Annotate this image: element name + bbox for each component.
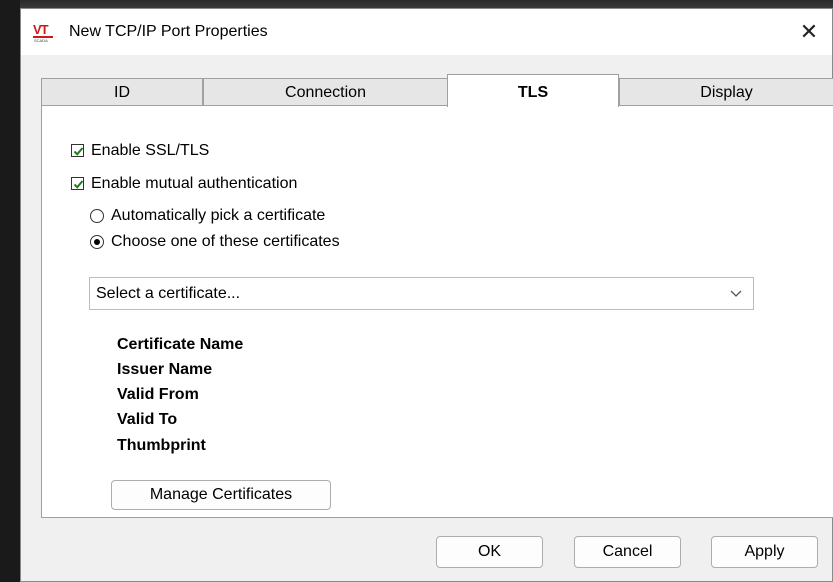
tab-tls[interactable]: TLS [447,74,619,107]
tab-strip: ID Connection TLS Display [41,74,833,107]
certificate-select-value: Select a certificate... [96,285,241,302]
checkmark-icon [73,147,84,156]
ok-button[interactable]: OK [436,536,543,568]
radio-choose-label: Choose one of these certificates [111,233,340,250]
enable-ssl-checkbox[interactable] [71,144,84,157]
mutual-auth-label: Enable mutual authentication [91,175,298,192]
background-window-strip [20,0,833,8]
radio-auto-button[interactable] [90,209,104,223]
close-icon: ✕ [799,19,819,44]
tab-id[interactable]: ID [41,78,203,106]
certificate-select[interactable]: Select a certificate... [89,277,754,310]
chevron-down-icon [730,290,742,297]
checkmark-icon [73,180,84,189]
cancel-button[interactable]: Cancel [574,536,681,568]
vt-scada-logo-icon: VT SCADA [33,23,55,43]
issuer-name-label: Issuer Name [117,361,213,378]
enable-ssl-label: Enable SSL/TLS [91,142,210,159]
radio-auto-label: Automatically pick a certificate [111,207,326,224]
port-properties-dialog: VT SCADA New TCP/IP Port Properties ✕ ID … [20,8,833,582]
mutual-auth-checkbox[interactable] [71,177,84,190]
radio-choose-button[interactable] [90,235,104,249]
valid-from-label: Valid From [117,386,199,403]
title-bar: VT SCADA New TCP/IP Port Properties ✕ [21,9,832,55]
close-button[interactable]: ✕ [786,9,832,55]
radio-selected-dot [94,239,100,245]
tls-panel: Enable SSL/TLS Enable mutual authenticat… [41,105,833,518]
tab-display[interactable]: Display [619,78,833,106]
apply-button[interactable]: Apply [711,536,818,568]
thumbprint-label: Thumbprint [117,437,206,454]
certificate-name-label: Certificate Name [117,336,244,353]
tab-connection[interactable]: Connection [203,78,448,106]
window-title: New TCP/IP Port Properties [69,23,268,40]
manage-certificates-button[interactable]: Manage Certificates [111,480,331,510]
valid-to-label: Valid To [117,411,178,428]
